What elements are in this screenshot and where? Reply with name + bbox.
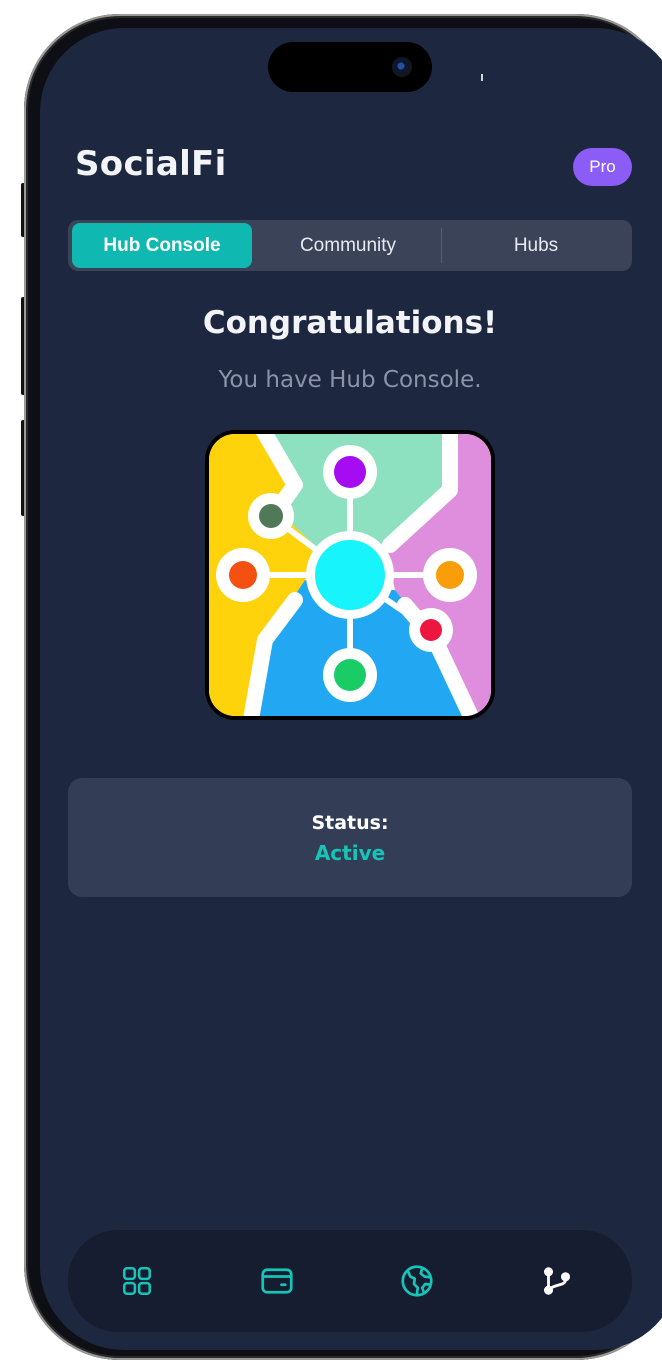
- app-title: SocialFi: [75, 144, 227, 184]
- status-card: Status: Active: [68, 778, 632, 897]
- congratulations-heading: Congratulations!: [202, 305, 498, 341]
- branch-icon: [543, 1267, 571, 1295]
- status-value: Active: [314, 841, 386, 865]
- hub-network-icon: [205, 430, 495, 720]
- nav-globe-button[interactable]: [396, 1260, 438, 1302]
- nav-wallet-button[interactable]: [256, 1260, 298, 1302]
- bottom-navigation: [68, 1230, 632, 1332]
- globe-icon: [401, 1265, 433, 1297]
- dynamic-island: [268, 42, 432, 92]
- status-label: Status:: [311, 812, 389, 834]
- hub-console-message: You have Hub Console.: [218, 367, 482, 393]
- tab-divider: [441, 228, 442, 263]
- pro-badge[interactable]: Pro: [573, 148, 632, 186]
- phone-screen: SocialFi Pro Hub Console Community Hubs …: [40, 28, 662, 1350]
- tab-hubs[interactable]: Hubs: [444, 223, 628, 268]
- dashboard-grid-icon: [122, 1266, 152, 1296]
- nav-dashboard-button[interactable]: [116, 1260, 158, 1302]
- status-indicator: [481, 74, 483, 81]
- segmented-tabs: Hub Console Community Hubs: [68, 220, 632, 271]
- tab-community[interactable]: Community: [258, 223, 438, 268]
- wallet-icon: [261, 1268, 293, 1294]
- front-camera: [392, 57, 412, 77]
- nav-branch-button[interactable]: [536, 1260, 578, 1302]
- tab-hub-console[interactable]: Hub Console: [72, 223, 252, 268]
